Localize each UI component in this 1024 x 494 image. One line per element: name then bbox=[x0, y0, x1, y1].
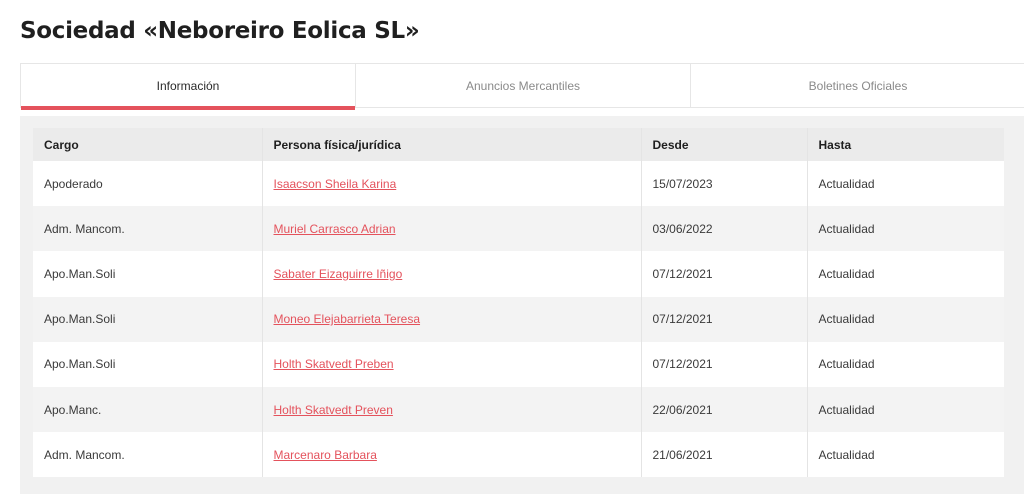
cell-persona: Isaacson Sheila Karina bbox=[261, 161, 641, 207]
tab-bar: Información Anuncios Mercantiles Boletin… bbox=[20, 63, 1024, 110]
cell-desde: 15/07/2023 bbox=[640, 161, 807, 207]
table-row: Apoderado Isaacson Sheila Karina 15/07/2… bbox=[33, 161, 1004, 207]
cell-hasta: Actualidad bbox=[806, 341, 1004, 387]
header-cargo: Cargo bbox=[44, 137, 79, 152]
tab-informacion[interactable]: Información bbox=[21, 64, 356, 110]
cell-hasta: Actualidad bbox=[806, 206, 1004, 252]
cell-cargo: Apo.Man.Soli bbox=[44, 312, 116, 327]
cell-desde: 21/06/2021 bbox=[640, 432, 807, 478]
table-header-row: Cargo Persona física/jurídica Desde Hast… bbox=[33, 128, 1004, 161]
cell-desde: 07/12/2021 bbox=[640, 296, 807, 342]
cell-persona: Muriel Carrasco Adrian bbox=[261, 206, 641, 252]
cell-cargo: Adm. Mancom. bbox=[44, 447, 125, 462]
table-row: Apo.Man.Soli Holth Skatvedt Preben 07/12… bbox=[33, 341, 1004, 387]
person-link[interactable]: Isaacson Sheila Karina bbox=[274, 177, 397, 191]
cell-hasta: Actualidad bbox=[806, 432, 1004, 478]
cell-cargo: Apo.Man.Soli bbox=[44, 266, 116, 281]
cell-desde: 03/06/2022 bbox=[640, 206, 807, 252]
person-link[interactable]: Marcenaro Barbara bbox=[274, 448, 377, 462]
tab-boletines-oficiales[interactable]: Boletines Oficiales bbox=[691, 64, 1024, 107]
cell-hasta: Actualidad bbox=[806, 296, 1004, 342]
person-link[interactable]: Sabater Eizaguirre Iñigo bbox=[274, 267, 403, 281]
cell-desde: 22/06/2021 bbox=[640, 386, 807, 433]
cell-cargo: Apoderado bbox=[44, 176, 103, 191]
positions-panel: Cargo Persona física/jurídica Desde Hast… bbox=[20, 116, 1024, 494]
positions-table: Cargo Persona física/jurídica Desde Hast… bbox=[33, 128, 1004, 478]
cell-persona: Marcenaro Barbara bbox=[261, 432, 641, 478]
cell-persona: Holth Skatvedt Preven bbox=[261, 386, 641, 433]
page-title: Sociedad «Neboreiro Eolica SL» bbox=[20, 18, 420, 44]
cell-desde: 07/12/2021 bbox=[640, 341, 807, 387]
person-link[interactable]: Holth Skatvedt Preben bbox=[274, 357, 394, 371]
cell-cargo: Apo.Manc. bbox=[44, 402, 102, 417]
header-persona: Persona física/jurídica bbox=[261, 128, 641, 161]
cell-persona: Holth Skatvedt Preben bbox=[261, 341, 641, 387]
person-link[interactable]: Moneo Elejabarrieta Teresa bbox=[274, 312, 421, 326]
cell-desde: 07/12/2021 bbox=[640, 251, 807, 297]
cell-cargo: Adm. Mancom. bbox=[44, 221, 125, 236]
table-row: Adm. Mancom. Marcenaro Barbara 21/06/202… bbox=[33, 432, 1004, 478]
cell-hasta: Actualidad bbox=[806, 251, 1004, 297]
cell-hasta: Actualidad bbox=[806, 386, 1004, 433]
person-link[interactable]: Holth Skatvedt Preven bbox=[274, 403, 393, 417]
cell-cargo: Apo.Man.Soli bbox=[44, 357, 116, 372]
table-row: Apo.Manc. Holth Skatvedt Preven 22/06/20… bbox=[33, 386, 1004, 433]
table-row: Apo.Man.Soli Moneo Elejabarrieta Teresa … bbox=[33, 296, 1004, 342]
cell-persona: Sabater Eizaguirre Iñigo bbox=[261, 251, 641, 297]
header-hasta: Hasta bbox=[806, 128, 1004, 161]
person-link[interactable]: Muriel Carrasco Adrian bbox=[274, 222, 396, 236]
table-row: Apo.Man.Soli Sabater Eizaguirre Iñigo 07… bbox=[33, 251, 1004, 297]
table-row: Adm. Mancom. Muriel Carrasco Adrian 03/0… bbox=[33, 206, 1004, 252]
cell-persona: Moneo Elejabarrieta Teresa bbox=[261, 296, 641, 342]
header-desde: Desde bbox=[640, 128, 807, 161]
tab-anuncios-mercantiles[interactable]: Anuncios Mercantiles bbox=[356, 64, 691, 107]
cell-hasta: Actualidad bbox=[806, 161, 1004, 207]
